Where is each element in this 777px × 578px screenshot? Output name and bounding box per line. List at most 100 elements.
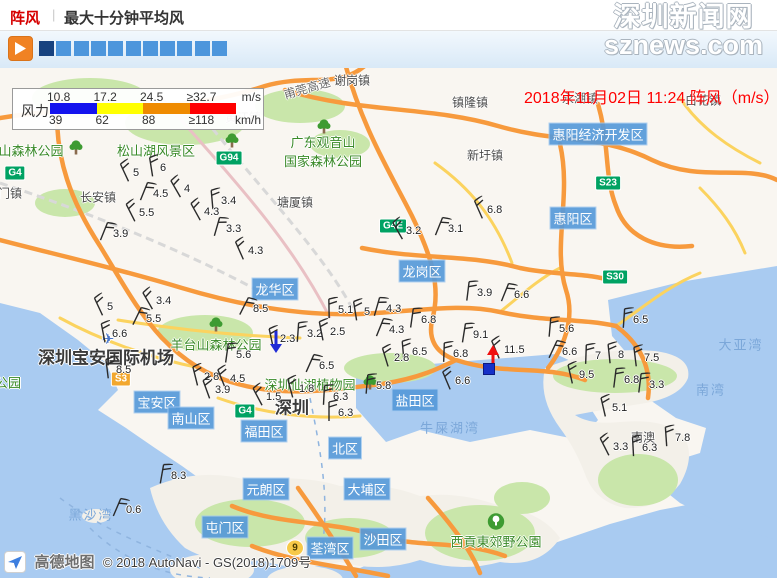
legend-top-value: ≥32.7 bbox=[187, 90, 217, 104]
district-label: 沙田区 bbox=[360, 529, 405, 550]
wind-station: 5 bbox=[350, 299, 370, 326]
legend-bottom-value: ≥118 bbox=[189, 113, 215, 127]
legend-top-value: 24.5 bbox=[140, 90, 163, 104]
timeline-segment-11[interactable] bbox=[212, 41, 227, 56]
timeline-segment-2[interactable] bbox=[56, 41, 71, 56]
wind-station: 8 bbox=[604, 342, 624, 369]
town-label: 谢岗镇 bbox=[334, 72, 370, 89]
wind-station: 3.1 bbox=[434, 216, 463, 243]
map-canvas[interactable]: 山森林公园松山湖风景区广东观音山国家森林公园羊台山森林公园深圳仙湖植物园公园西貢… bbox=[0, 68, 777, 578]
water-label: 大亚湾 bbox=[718, 335, 763, 354]
district-label: 大埔区 bbox=[344, 479, 389, 500]
wind-station: 6.6 bbox=[98, 321, 127, 348]
water-label: 南湾 bbox=[696, 380, 726, 399]
wind-station: 3.3 bbox=[635, 372, 664, 399]
wind-station: 5 bbox=[93, 294, 113, 321]
wind-station: 3.2 bbox=[392, 218, 421, 245]
legend-title: 风力 bbox=[21, 101, 49, 121]
district-label: 元朗区 bbox=[243, 479, 288, 500]
timeline-segment-3[interactable] bbox=[74, 41, 89, 56]
wind-station: 0.6 bbox=[112, 497, 141, 524]
wind-station: 5.6 bbox=[545, 316, 574, 343]
road-badge-S23: S23 bbox=[595, 176, 621, 191]
wind-station: 6.6 bbox=[441, 368, 470, 395]
timeline-segment-5[interactable] bbox=[108, 41, 123, 56]
road-badge-S30: S30 bbox=[602, 270, 628, 285]
wind-station: 6.3 bbox=[324, 400, 353, 427]
legend-bottom-value: 39 bbox=[49, 113, 62, 127]
town-label: 长安镇 bbox=[80, 189, 116, 206]
play-button[interactable] bbox=[8, 36, 33, 61]
timeline-segment-7[interactable] bbox=[143, 41, 158, 56]
wind-station: 1.8 bbox=[285, 376, 314, 403]
district-label: 南山区 bbox=[168, 408, 213, 429]
district-label: 惠阳区 bbox=[550, 208, 595, 229]
frame-timestamp: 2018年11月02日 11:24 阵风（m/s） bbox=[524, 84, 777, 108]
wind-scale-legend: 风力 10.8 17.2 24.5 ≥32.7 39 62 88 ≥118 m/s km/h bbox=[12, 88, 264, 130]
wind-station: 7.8 bbox=[661, 425, 690, 452]
town-label: 镇隆镇 bbox=[452, 94, 488, 111]
legend-bottom-value: 88 bbox=[142, 113, 155, 127]
timeline-segment-10[interactable] bbox=[195, 41, 210, 56]
wind-station: 8.5 bbox=[102, 357, 131, 384]
town-label: 门镇 bbox=[0, 185, 22, 202]
wind-station: 1.5 bbox=[252, 384, 281, 411]
wind-station: 8.5 bbox=[239, 296, 268, 323]
water-label: 牛屎湖湾 bbox=[420, 418, 480, 437]
district-label: 盐田区 bbox=[392, 390, 437, 411]
wind-station: 2.5 bbox=[316, 319, 345, 346]
wind-station: 6.5 bbox=[619, 307, 648, 334]
timeline-segment-8[interactable] bbox=[160, 41, 175, 56]
park-label: 广东观音山国家森林公园 bbox=[284, 132, 362, 170]
park-label: 山森林公园 bbox=[0, 141, 64, 160]
tab-gust[interactable]: 阵风 bbox=[10, 7, 40, 28]
wind-station: 2.8 bbox=[380, 345, 409, 372]
tab-separator: | bbox=[52, 7, 55, 22]
copyright-text: © 2018 AutoNavi - GS(2018)1709号 bbox=[103, 555, 311, 570]
district-label: 北区 bbox=[329, 438, 361, 459]
wind-station: 5.1 bbox=[598, 395, 627, 422]
district-label: 福田区 bbox=[241, 421, 286, 442]
wind-station: 4 bbox=[170, 176, 190, 203]
wind-station: 3.9 bbox=[201, 377, 230, 404]
wind-station: 6.8 bbox=[407, 307, 436, 334]
legend-top-value: 10.8 bbox=[47, 90, 70, 104]
wind-station: 6.6 bbox=[500, 282, 529, 309]
wind-station: 8.3 bbox=[157, 463, 186, 490]
tree-icon bbox=[69, 140, 84, 161]
town-label: 塘厦镇 bbox=[277, 194, 313, 211]
wind-station: 5.8 bbox=[362, 373, 391, 400]
amap-logo-icon bbox=[4, 551, 26, 573]
tab-max-10min-average-wind[interactable]: 最大十分钟平均风 bbox=[64, 7, 184, 28]
watermark-en: sznews.com bbox=[604, 32, 763, 60]
wind-map-app: 阵风 | 最大十分钟平均风 深圳新闻网 sznews.com bbox=[0, 0, 777, 578]
selected-station-marker[interactable] bbox=[483, 363, 495, 375]
town-label: 新圩镇 bbox=[467, 147, 503, 164]
wind-station: 3.9 bbox=[463, 280, 492, 307]
wind-station: 4.3 bbox=[234, 238, 263, 265]
legend-unit-kmh: km/h bbox=[235, 113, 261, 127]
road-badge-G4: G4 bbox=[4, 166, 25, 181]
wind-station: 6.8 bbox=[473, 197, 502, 224]
district-label: 荃湾区 bbox=[307, 538, 352, 559]
district-label: 惠阳经济开发区 bbox=[549, 124, 646, 145]
map-attribution: 高德地图 © 2018 AutoNavi - GS(2018)1709号 bbox=[4, 551, 311, 573]
district-label: 屯门区 bbox=[202, 517, 247, 538]
timeline-segment-1[interactable] bbox=[39, 41, 54, 56]
water-label: 黑沙湾 bbox=[68, 505, 113, 524]
wind-station: 3.9 bbox=[99, 221, 128, 248]
amap-logo-text: 高德地图 bbox=[34, 554, 94, 571]
district-label: 龙岗区 bbox=[399, 261, 444, 282]
sznews-watermark: 深圳新闻网 sznews.com bbox=[604, 4, 763, 59]
park-label: 西貢東郊野公園 bbox=[450, 532, 541, 551]
watermark-cn: 深圳新闻网 bbox=[604, 4, 763, 32]
timeline-segment-9[interactable] bbox=[177, 41, 192, 56]
wind-station: 6.8 bbox=[439, 341, 468, 368]
legend-unit-ms: m/s bbox=[242, 90, 261, 104]
timeline-segment-4[interactable] bbox=[91, 41, 106, 56]
legend-top-value: 17.2 bbox=[94, 90, 117, 104]
wind-station: 6 bbox=[146, 155, 166, 182]
park-label: 公园 bbox=[0, 373, 21, 392]
legend-bottom-value: 62 bbox=[96, 113, 109, 127]
timeline-segment-6[interactable] bbox=[126, 41, 141, 56]
